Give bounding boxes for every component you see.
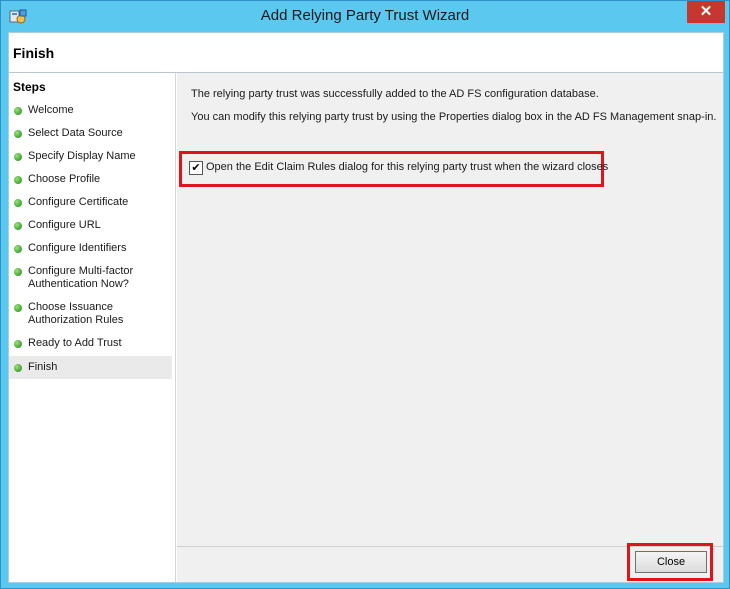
- step-label: Specify Display Name: [28, 150, 136, 162]
- window-title: Add Relying Party Trust Wizard: [260, 7, 470, 24]
- step-label: Select Data Source: [28, 127, 123, 139]
- steps-sidebar: Steps Welcome Select Data Source Specify…: [9, 73, 176, 582]
- edit-claim-rules-label[interactable]: Open the Edit Claim Rules dialog for thi…: [206, 161, 608, 173]
- step-label: Welcome: [28, 104, 74, 116]
- checkmark-icon: ✔: [191, 162, 201, 174]
- steps-heading: Steps: [13, 80, 46, 94]
- step-choose-issuance-rules: Choose Issuance Authorization Rules: [9, 300, 172, 330]
- success-message: The relying party trust was successfully…: [191, 88, 599, 100]
- step-select-data-source: Select Data Source: [9, 126, 172, 142]
- page-header: Finish: [9, 33, 723, 73]
- step-complete-icon: [14, 245, 22, 253]
- step-label: Finish: [28, 361, 58, 373]
- step-ready-to-add-trust: Ready to Add Trust: [9, 336, 172, 352]
- info-message: You can modify this relying party trust …: [191, 111, 717, 123]
- step-specify-display-name: Specify Display Name: [9, 149, 172, 165]
- step-complete-icon: [14, 199, 22, 207]
- wizard-body: Finish Steps Welcome Select Data Source …: [8, 32, 724, 583]
- step-configure-mfa: Configure Multi-factor Authentication No…: [9, 264, 172, 294]
- step-configure-identifiers: Configure Identifiers: [9, 241, 172, 257]
- wizard-window: Add Relying Party Trust Wizard ✕ Finish …: [0, 0, 730, 589]
- close-icon: ✕: [699, 3, 713, 20]
- step-complete-icon: [14, 222, 22, 230]
- step-configure-url: Configure URL: [9, 218, 172, 234]
- step-label: Configure Certificate: [28, 196, 129, 208]
- step-complete-icon: [14, 107, 22, 115]
- step-label: Configure Identifiers: [28, 242, 127, 254]
- title-bar[interactable]: Add Relying Party Trust Wizard ✕: [1, 1, 729, 32]
- step-complete-icon: [14, 340, 22, 348]
- step-complete-icon: [14, 268, 22, 276]
- close-button[interactable]: Close: [635, 551, 707, 573]
- step-configure-certificate: Configure Certificate: [9, 195, 172, 211]
- step-label: Configure Multi-factor Authentication No…: [28, 265, 134, 290]
- step-welcome: Welcome: [9, 103, 172, 119]
- step-finish: Finish: [9, 356, 172, 379]
- main-content: The relying party trust was successfully…: [177, 73, 723, 582]
- step-complete-icon: [14, 304, 22, 312]
- step-complete-icon: [14, 364, 22, 372]
- step-complete-icon: [14, 130, 22, 138]
- step-complete-icon: [14, 176, 22, 184]
- step-label: Choose Profile: [28, 173, 101, 185]
- step-label: Configure URL: [28, 219, 101, 231]
- step-label: Ready to Add Trust: [28, 337, 122, 349]
- step-choose-profile: Choose Profile: [9, 172, 172, 188]
- step-label: Choose Issuance Authorization Rules: [28, 301, 124, 326]
- window-close-button[interactable]: ✕: [687, 1, 725, 23]
- step-complete-icon: [14, 153, 22, 161]
- page-title: Finish: [13, 45, 55, 61]
- edit-claim-rules-checkbox[interactable]: ✔: [189, 161, 203, 175]
